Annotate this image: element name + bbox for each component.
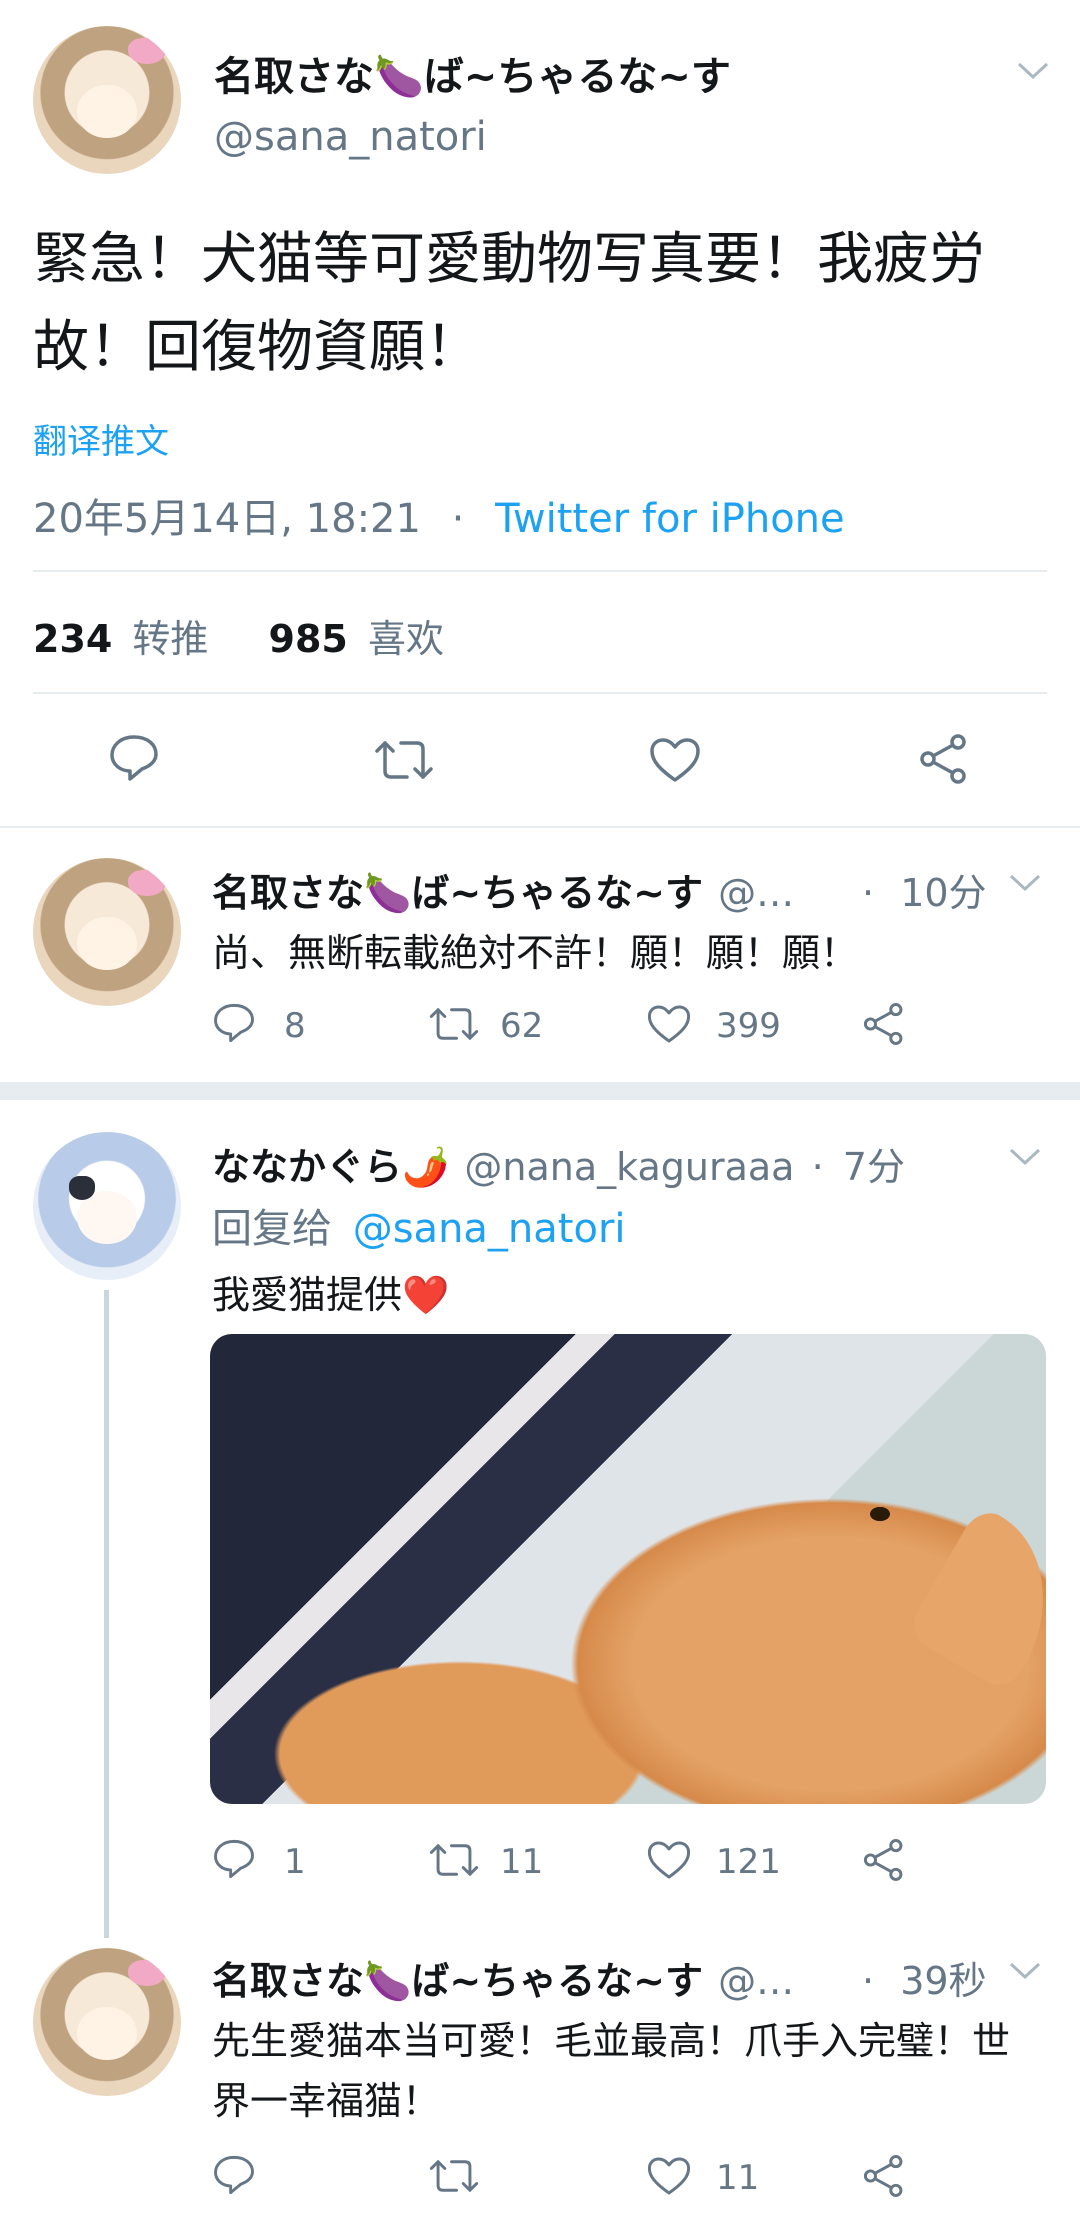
divider <box>33 692 1047 694</box>
translate-tweet-link[interactable]: 翻译推文 <box>33 414 169 463</box>
divider <box>33 570 1047 572</box>
divider <box>0 826 1080 828</box>
reply-2-author-name[interactable]: ななかぐら🌶️ <box>212 1145 449 1189</box>
meta-separator: · <box>451 496 465 542</box>
attached-cat-photo[interactable] <box>210 1334 1046 1804</box>
avatar-bow <box>127 37 167 65</box>
reply-1-author-name[interactable]: 名取さな🍆ば~ちゃるな~す <box>212 871 703 915</box>
reply-1-time: · 10分 <box>862 862 987 917</box>
reply-1-author-handle[interactable]: @… <box>718 871 794 915</box>
reply-3-header: 名取さな🍆ば~ちゃるな~す @… <box>212 1950 794 2005</box>
main-author-name[interactable]: 名取さな🍆ば~ちゃるな~す <box>214 44 731 102</box>
main-tweet-text: 緊急！犬猫等可愛動物写真要！我疲労故！回復物資願！ <box>33 227 985 380</box>
share-icon[interactable] <box>862 2154 906 2198</box>
avatar-reply-3[interactable] <box>33 1948 181 2096</box>
avatar-face <box>77 85 137 139</box>
reply-3-author-name[interactable]: 名取さな🍆ば~ちゃるな~す <box>212 1959 703 2003</box>
tweet-timestamp: 20年5月14日, 18:21 <box>33 496 421 542</box>
avatar-bow <box>127 1959 167 1987</box>
like-icon[interactable] <box>648 736 702 784</box>
reply-icon[interactable] <box>212 1838 256 1880</box>
like-icon[interactable] <box>646 1003 692 1045</box>
avatar-bow <box>127 869 167 897</box>
reply-to-label: 回复给 <box>212 1206 332 1252</box>
tweet-meta: 20年5月14日, 18:21 · Twitter for iPhone <box>33 486 845 544</box>
retweet-count[interactable]: 234 <box>33 617 112 661</box>
reply-icon[interactable] <box>212 2154 256 2196</box>
reply-3-time: · 39秒 <box>862 1950 987 2005</box>
retweet-icon[interactable] <box>428 2156 480 2196</box>
reply-2-header: ななかぐら🌶️ @nana_kaguraaa · 7分 <box>212 1136 905 1191</box>
section-separator <box>0 1082 1080 1100</box>
tweet-stats: 234 转推 985 喜欢 <box>33 608 444 663</box>
reply-2-reply-count: 1 <box>284 1842 306 1882</box>
reply-2-retweet-count: 11 <box>500 1842 544 1882</box>
reply-3-author-handle[interactable]: @… <box>718 1959 794 2003</box>
like-count-label[interactable]: 喜欢 <box>368 617 444 661</box>
dot-separator: · <box>862 1959 875 2003</box>
share-icon[interactable] <box>918 733 970 785</box>
tweet-source-link[interactable]: Twitter for iPhone <box>495 496 845 542</box>
reply-icon[interactable] <box>212 1002 256 1044</box>
retweet-count-label[interactable]: 转推 <box>132 617 208 661</box>
avatar-bow <box>68 1176 96 1201</box>
retweet-icon[interactable] <box>428 1004 480 1044</box>
share-icon[interactable] <box>862 1838 906 1882</box>
dot-separator: · <box>811 1145 824 1189</box>
dot-separator: · <box>862 871 875 915</box>
main-author-handle[interactable]: @sana_natori <box>214 114 487 160</box>
reply-2-like-count: 121 <box>716 1842 781 1882</box>
reply-3-text-line-2: 界一幸福猫！ <box>212 2079 441 2123</box>
chevron-down-icon[interactable] <box>1008 1960 1042 1986</box>
reply-1-timestamp: 10分 <box>900 871 987 915</box>
avatar-face <box>77 917 137 971</box>
reply-3-like-count: 11 <box>716 2158 760 2198</box>
reply-1-retweet-count: 62 <box>500 1006 544 1046</box>
avatar-reply-2[interactable] <box>33 1132 181 1280</box>
chevron-down-icon[interactable] <box>1016 52 1050 90</box>
like-count[interactable]: 985 <box>269 617 348 661</box>
chevron-down-icon[interactable] <box>1008 872 1042 898</box>
reply-1-text: 尚、無断転載絶対不許！願！願！願！ <box>212 931 859 975</box>
like-icon[interactable] <box>646 1839 692 1881</box>
like-icon[interactable] <box>646 2155 692 2197</box>
reply-3-timestamp: 39秒 <box>900 1959 987 2003</box>
reply-icon[interactable] <box>108 733 160 783</box>
reply-1-reply-count: 8 <box>284 1006 306 1046</box>
avatar-main[interactable] <box>33 26 181 174</box>
avatar-reply-1[interactable] <box>33 858 181 1006</box>
reply-1-like-count: 399 <box>716 1006 781 1046</box>
reply-to-line: 回复给 @sana_natori <box>212 1196 626 1254</box>
share-icon[interactable] <box>862 1002 906 1046</box>
thread-line <box>104 1290 109 1938</box>
reply-1-header: 名取さな🍆ば~ちゃるな~す @… <box>212 862 794 917</box>
chevron-down-icon[interactable] <box>1008 1146 1042 1172</box>
reply-3-text-line-1: 先生愛猫本当可愛！毛並最高！爪手入完璧！世 <box>212 2019 1011 2063</box>
reply-2-text: 我愛猫提供❤️ <box>212 1273 450 1317</box>
reply-2-timestamp: 7分 <box>842 1145 905 1189</box>
reply-to-handle-link[interactable]: @sana_natori <box>353 1206 626 1252</box>
cat-ear <box>904 1504 1046 1694</box>
avatar-face <box>77 2007 137 2061</box>
retweet-icon[interactable] <box>428 1840 480 1880</box>
reply-2-author-handle[interactable]: @nana_kaguraaa <box>464 1145 794 1189</box>
retweet-icon[interactable] <box>373 737 435 783</box>
